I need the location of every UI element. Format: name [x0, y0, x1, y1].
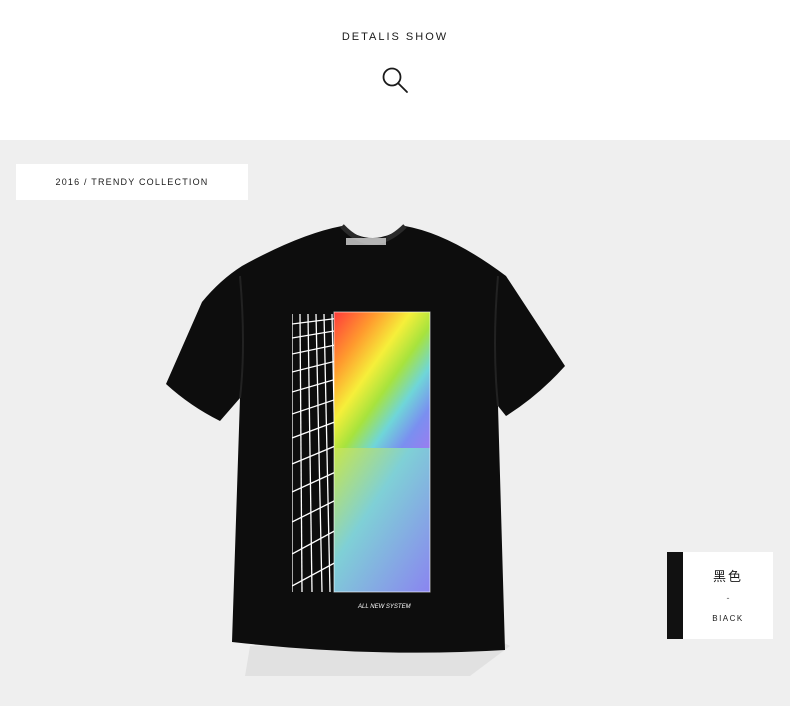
color-option[interactable]: 黑色 - BIACK — [667, 552, 773, 639]
header: DETALIS SHOW — [0, 0, 790, 140]
color-name-en: BIACK — [712, 614, 744, 623]
search-icon[interactable] — [381, 66, 411, 96]
print-text: ALL NEW SYSTEM — [357, 604, 411, 610]
product-stage: 2016 / TRENDY COLLECTION ALL NEW SYSTEM … — [0, 140, 790, 706]
section-title: DETALIS SHOW — [341, 31, 449, 43]
collection-tag: 2016 / TRENDY COLLECTION — [16, 164, 248, 200]
bottom-divider — [0, 706, 790, 712]
color-swatch — [667, 552, 683, 639]
product-tshirt-image: ALL NEW SYSTEM — [166, 224, 565, 676]
color-name-cn: 黑色 — [712, 570, 743, 585]
color-separator: - — [726, 593, 730, 603]
